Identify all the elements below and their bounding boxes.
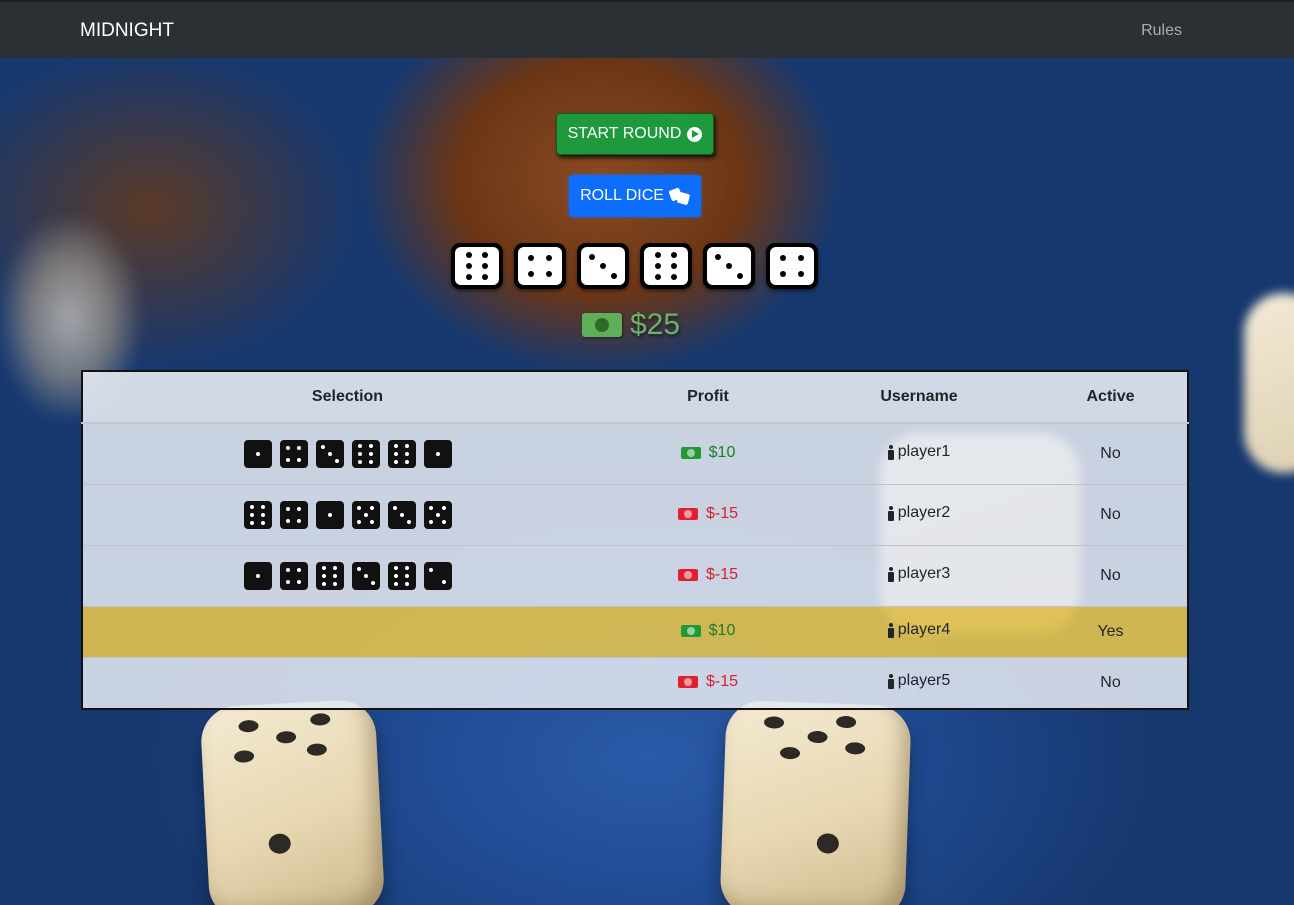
selection-cell	[82, 657, 612, 710]
profit-cell: $10	[612, 423, 804, 485]
selected-die-6	[243, 501, 272, 529]
person-icon	[887, 444, 894, 460]
active-cell: No	[1034, 484, 1188, 546]
rolled-dice	[451, 243, 818, 289]
background-die	[199, 698, 386, 905]
selected-die-6	[387, 562, 416, 590]
players-table: Selection Profit Username Active $10 play…	[81, 370, 1189, 710]
selected-die-5	[423, 501, 452, 529]
start-round-label: START ROUND	[567, 125, 682, 142]
selected-die-6	[351, 440, 380, 468]
person-icon	[887, 566, 894, 582]
selected-die-4	[279, 501, 308, 529]
bank-amount: $25	[630, 308, 681, 341]
profit-value: $-15	[705, 566, 739, 583]
selected-die-6	[315, 562, 344, 590]
money-bill-icon	[677, 569, 698, 581]
die-face-3	[577, 243, 629, 289]
die-face-4	[514, 243, 566, 289]
username-value: player2	[897, 504, 951, 522]
selection-cell	[82, 606, 612, 658]
table-row: $-15 player2 No	[82, 484, 1188, 546]
header-username: Username	[804, 371, 1034, 424]
selected-die-1	[315, 501, 344, 529]
die-face-6	[451, 243, 503, 289]
table-row: $10 player1 No	[82, 423, 1188, 485]
die-face-6	[640, 243, 692, 289]
person-icon	[887, 622, 894, 638]
selected-die-1	[243, 440, 272, 468]
selected-die-2	[423, 562, 452, 590]
header-selection: Selection	[82, 371, 612, 424]
username-cell: player4	[804, 606, 1034, 658]
selection-cell	[82, 423, 612, 485]
selected-die-3	[351, 562, 380, 590]
header-active: Active	[1034, 371, 1188, 424]
money-bill-icon	[680, 625, 701, 637]
bank-balance: $25	[582, 308, 680, 342]
username-value: player4	[897, 621, 951, 639]
selected-die-5	[351, 501, 380, 529]
table-row: $-15 player3 No	[82, 545, 1188, 607]
selected-die-3	[315, 440, 344, 468]
table-row: $-15 player5 No	[82, 657, 1188, 710]
username-cell: player5	[804, 657, 1034, 710]
selected-die-1	[243, 562, 272, 590]
active-cell: No	[1034, 657, 1188, 710]
die-face-3	[703, 243, 755, 289]
rules-link[interactable]: Rules	[1141, 22, 1182, 40]
start-round-button[interactable]: START ROUND	[556, 113, 714, 155]
roll-dice-label: ROLL DICE	[580, 187, 664, 204]
profit-cell: $10	[612, 606, 804, 658]
profit-value: $10	[708, 622, 736, 639]
profit-value: $-15	[705, 673, 739, 690]
roll-dice-button[interactable]: ROLL DICE	[569, 175, 701, 217]
background-die	[719, 699, 912, 905]
username-value: player5	[897, 672, 951, 690]
table-row: $10 player4 Yes	[82, 606, 1188, 658]
active-cell: No	[1034, 423, 1188, 485]
selected-die-4	[279, 562, 308, 590]
table-header-row: Selection Profit Username Active	[82, 371, 1188, 424]
username-cell: player2	[804, 484, 1034, 546]
play-circle-icon	[687, 126, 703, 142]
profit-cell: $-15	[612, 484, 804, 546]
money-bill-icon	[680, 447, 701, 459]
username-cell: player1	[804, 423, 1034, 485]
person-icon	[887, 673, 894, 689]
username-cell: player3	[804, 545, 1034, 607]
selected-die-1	[423, 440, 452, 468]
selection-cell	[82, 484, 612, 546]
background-die-blurred	[1244, 293, 1294, 473]
selected-die-3	[387, 501, 416, 529]
selected-die-4	[279, 440, 308, 468]
profit-cell: $-15	[612, 545, 804, 607]
selected-die-6	[387, 440, 416, 468]
money-bill-icon	[677, 508, 698, 520]
profit-value: $-15	[705, 505, 739, 522]
money-bill-icon	[582, 313, 622, 337]
active-cell: No	[1034, 545, 1188, 607]
brand-logo[interactable]: MIDNIGHT	[80, 20, 174, 42]
header-profit: Profit	[612, 371, 804, 424]
active-cell: Yes	[1034, 606, 1188, 658]
selection-cell	[82, 545, 612, 607]
username-value: player3	[897, 565, 951, 583]
dice-icon	[668, 187, 691, 206]
die-face-4	[766, 243, 818, 289]
profit-value: $10	[708, 444, 736, 461]
person-icon	[887, 505, 894, 521]
navbar: MIDNIGHT Rules	[0, 0, 1294, 58]
profit-cell: $-15	[612, 657, 804, 710]
money-bill-icon	[677, 676, 698, 688]
username-value: player1	[897, 443, 951, 461]
